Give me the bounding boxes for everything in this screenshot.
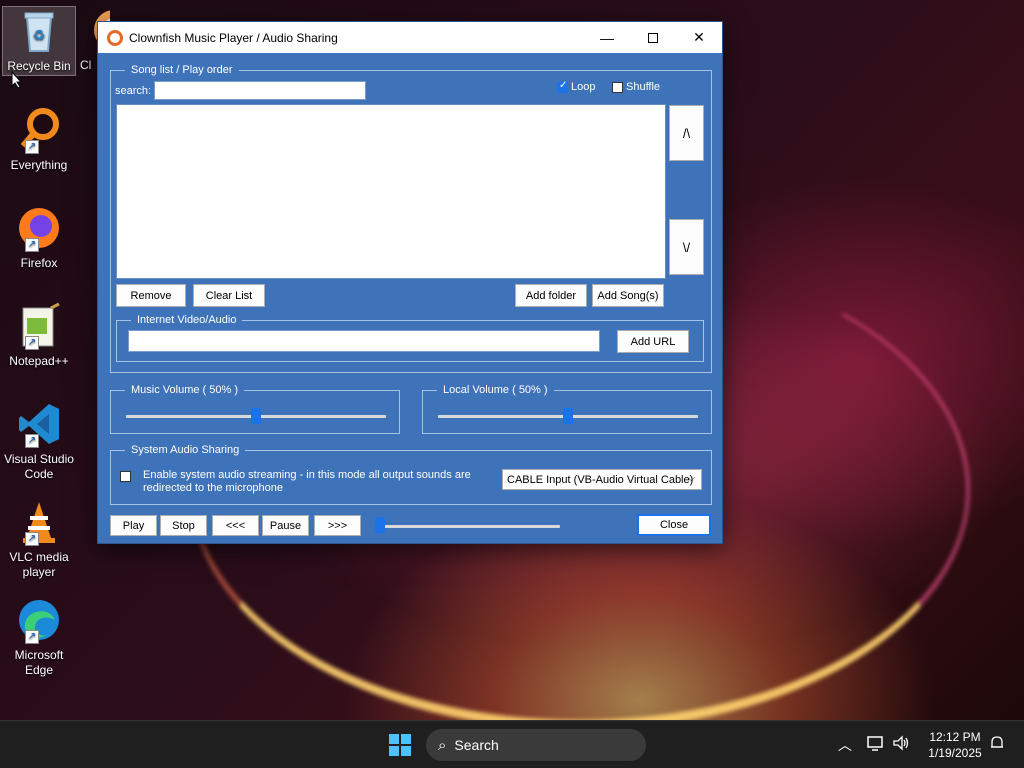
add-url-button[interactable]: Add URL xyxy=(617,330,689,353)
shuffle-checkbox[interactable] xyxy=(612,82,623,93)
start-button[interactable] xyxy=(389,734,411,756)
taskbar-search-box[interactable]: ⌕ Search xyxy=(426,729,646,761)
enable-streaming-label: Enable system audio streaming - in this … xyxy=(143,469,471,494)
desktop-icon-label: Firefox xyxy=(20,256,58,270)
clear-list-button[interactable]: Clear List xyxy=(193,284,265,307)
local-volume-label: Local Volume ( 50% ) xyxy=(437,383,554,397)
shortcut-arrow-icon: ↗ xyxy=(25,434,39,448)
maximize-button[interactable] xyxy=(630,22,676,53)
audio-device-value: CABLE Input (VB-Audio Virtual Cable) xyxy=(507,473,694,486)
move-down-button[interactable]: \/ xyxy=(669,219,704,275)
clock-date: 1/19/2025 xyxy=(928,746,982,760)
windows-logo-tile xyxy=(401,746,411,756)
desktop-icon-everything[interactable]: ↗ Everything xyxy=(2,106,76,173)
add-folder-button[interactable]: Add folder xyxy=(515,284,587,307)
seek-slider-thumb[interactable] xyxy=(375,517,385,533)
remove-button[interactable]: Remove xyxy=(116,284,186,307)
clownfish-app-icon xyxy=(107,29,123,46)
audio-device-select[interactable]: CABLE Input (VB-Audio Virtual Cable) ⌵ xyxy=(502,469,702,490)
song-list-group-label: Song list / Play order xyxy=(125,63,239,77)
desktop-icon-label: Everything xyxy=(10,158,68,172)
url-input[interactable] xyxy=(128,330,600,352)
clownfish-window: Clownfish Music Player / Audio Sharing —… xyxy=(97,21,723,544)
desktop-icon-label: Visual Studio Code xyxy=(4,452,74,481)
edge-icon: ↗ xyxy=(15,596,63,644)
add-songs-button[interactable]: Add Song(s) xyxy=(592,284,664,307)
desktop-icon-recycle-bin[interactable]: ♻ Recycle Bin xyxy=(2,6,76,76)
chevron-down-icon: ⌵ xyxy=(687,473,695,484)
volume-icon[interactable] xyxy=(892,734,910,755)
desktop-icon-edge[interactable]: ↗ Microsoft Edge xyxy=(2,596,76,678)
stop-button[interactable]: Stop xyxy=(160,515,207,536)
search-label: search: xyxy=(115,85,152,97)
taskbar: ⌕ Search ︿ 12:12 PM 1/19/2025 xyxy=(0,720,1024,768)
seek-track[interactable] xyxy=(378,525,560,528)
firefox-icon: ↗ xyxy=(15,204,63,252)
windows-logo-tile xyxy=(389,746,399,756)
vlc-cone-icon: ↗ xyxy=(15,498,63,546)
play-button[interactable]: Play xyxy=(110,515,157,536)
desktop-icon-firefox[interactable]: ↗ Firefox xyxy=(2,204,76,271)
shortcut-arrow-icon: ↗ xyxy=(25,140,39,154)
vscode-icon: ↗ xyxy=(15,400,63,448)
clock-time: 12:12 PM xyxy=(929,730,981,744)
desktop-icon-notepad-plus-plus[interactable]: ↗ Notepad++ xyxy=(2,302,76,369)
shortcut-arrow-icon: ↗ xyxy=(25,532,39,546)
taskbar-search-label: Search xyxy=(454,737,499,753)
everything-search-icon: ↗ xyxy=(15,106,63,154)
loop-checkbox[interactable] xyxy=(557,80,568,93)
close-button[interactable]: Close xyxy=(637,514,711,536)
search-icon: ⌕ xyxy=(438,736,447,754)
enable-streaming-checkbox[interactable] xyxy=(120,471,131,482)
local-volume-slider-thumb[interactable] xyxy=(563,408,573,424)
move-up-button[interactable]: /\ xyxy=(669,105,704,161)
close-icon: ✕ xyxy=(693,29,705,45)
internet-group-label: Internet Video/Audio xyxy=(131,313,243,327)
desktop-icon-vlc[interactable]: ↗ VLC media player xyxy=(2,498,76,580)
search-input[interactable] xyxy=(154,81,366,100)
desktop-icon-label: Notepad++ xyxy=(9,354,69,368)
notepad-plus-plus-icon: ↗ xyxy=(15,302,63,350)
minimize-button[interactable]: — xyxy=(584,22,630,53)
loop-label: Loop xyxy=(571,81,596,93)
windows-logo-tile xyxy=(401,734,411,744)
song-listbox[interactable] xyxy=(116,104,666,279)
windows-logo-icon xyxy=(389,734,399,744)
window-title: Clownfish Music Player / Audio Sharing xyxy=(129,30,338,45)
shortcut-arrow-icon: ↗ xyxy=(25,630,39,644)
pause-button[interactable]: Pause xyxy=(262,515,309,536)
title-bar[interactable]: Clownfish Music Player / Audio Sharing —… xyxy=(98,22,722,53)
shortcut-arrow-icon: ↗ xyxy=(25,336,39,350)
taskbar-clock[interactable]: 12:12 PM 1/19/2025 xyxy=(918,729,992,761)
close-window-button[interactable]: ✕ xyxy=(676,22,722,53)
notification-bell-icon[interactable] xyxy=(988,734,1006,755)
shuffle-label: Shuffle xyxy=(626,81,661,93)
desktop-icon-vscode[interactable]: ↗ Visual Studio Code xyxy=(2,400,76,482)
shortcut-arrow-icon: ↗ xyxy=(25,238,39,252)
previous-button[interactable]: <<< xyxy=(212,515,259,536)
mouse-cursor-icon xyxy=(11,71,23,89)
music-volume-slider-thumb[interactable] xyxy=(251,408,261,424)
network-icon[interactable] xyxy=(866,734,884,755)
system-audio-group-label: System Audio Sharing xyxy=(125,443,246,457)
desktop-icon-label: Microsoft Edge xyxy=(14,648,64,677)
recycle-bin-icon: ♻ xyxy=(15,7,63,55)
svg-text:♻: ♻ xyxy=(33,28,46,44)
minimize-icon: — xyxy=(600,29,614,46)
desktop-icon-label: VLC media player xyxy=(9,550,69,579)
next-button[interactable]: >>> xyxy=(314,515,361,536)
maximize-icon xyxy=(648,32,658,43)
chevron-up-icon[interactable]: ︿ xyxy=(838,735,852,755)
music-volume-label: Music Volume ( 50% ) xyxy=(125,383,244,397)
